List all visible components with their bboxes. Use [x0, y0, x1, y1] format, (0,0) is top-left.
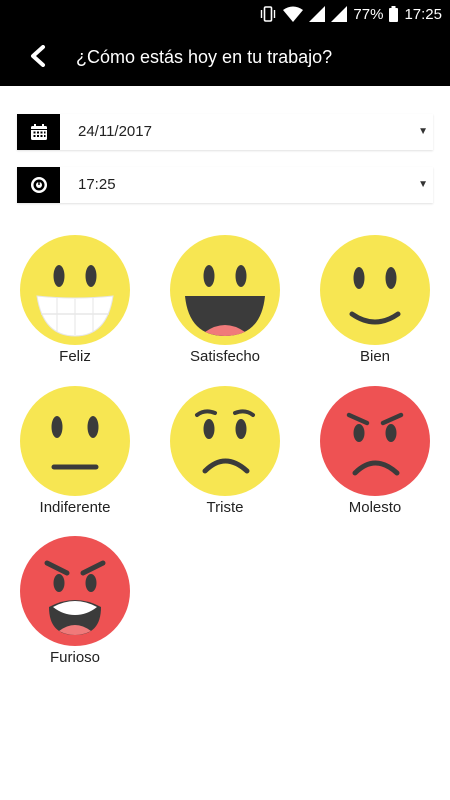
battery-icon [389, 6, 399, 22]
mood-option-feliz[interactable]: Feliz [0, 234, 150, 365]
date-value: 24/11/2017 [78, 123, 152, 140]
mood-label: Bien [359, 348, 391, 365]
mood-option-indiferente[interactable]: Indiferente [0, 385, 150, 516]
mood-option-bien[interactable]: Bien [300, 234, 450, 365]
signal-icon [309, 6, 326, 22]
date-picker[interactable]: 24/11/2017 ▼ [17, 114, 433, 150]
mood-option-furioso[interactable]: Furioso [0, 535, 150, 666]
mood-label: Satisfecho [189, 348, 261, 365]
annoyed-face-icon [320, 386, 430, 496]
clock-time: 17:25 [404, 5, 442, 23]
wifi-icon [283, 6, 304, 22]
time-picker[interactable]: 17:25 ▼ [17, 167, 433, 203]
dropdown-caret-icon: ▼ [418, 179, 428, 190]
mood-option-satisfecho[interactable]: Satisfecho [150, 234, 300, 365]
grin-face-icon [20, 235, 130, 345]
battery-level: 77% [353, 5, 384, 23]
mood-label: Furioso [49, 649, 101, 666]
mood-label: Indiferente [39, 499, 111, 516]
signal-icon [331, 6, 348, 22]
time-value: 17:25 [78, 176, 116, 193]
laughing-face-icon [170, 235, 280, 345]
app-bar: ¿Cómo estás hoy en tu trabajo? [0, 28, 450, 86]
calendar-icon [17, 114, 60, 150]
clock-icon [17, 167, 60, 203]
furious-face-icon [20, 536, 130, 646]
mood-label: Triste [206, 499, 244, 516]
page-title: ¿Cómo estás hoy en tu trabajo? [76, 47, 333, 67]
smile-face-icon [320, 235, 430, 345]
back-button[interactable] [22, 40, 54, 72]
dropdown-caret-icon: ▼ [418, 126, 428, 137]
neutral-face-icon [20, 386, 130, 496]
chevron-left-icon [31, 45, 45, 67]
sad-face-icon [170, 386, 280, 496]
status-bar: 77% 17:25 [0, 0, 450, 28]
mood-label: Molesto [348, 499, 402, 516]
mood-option-molesto[interactable]: Molesto [300, 385, 450, 516]
vibrate-icon [259, 6, 277, 22]
mood-label: Feliz [59, 348, 91, 365]
mood-option-triste[interactable]: Triste [150, 385, 300, 516]
